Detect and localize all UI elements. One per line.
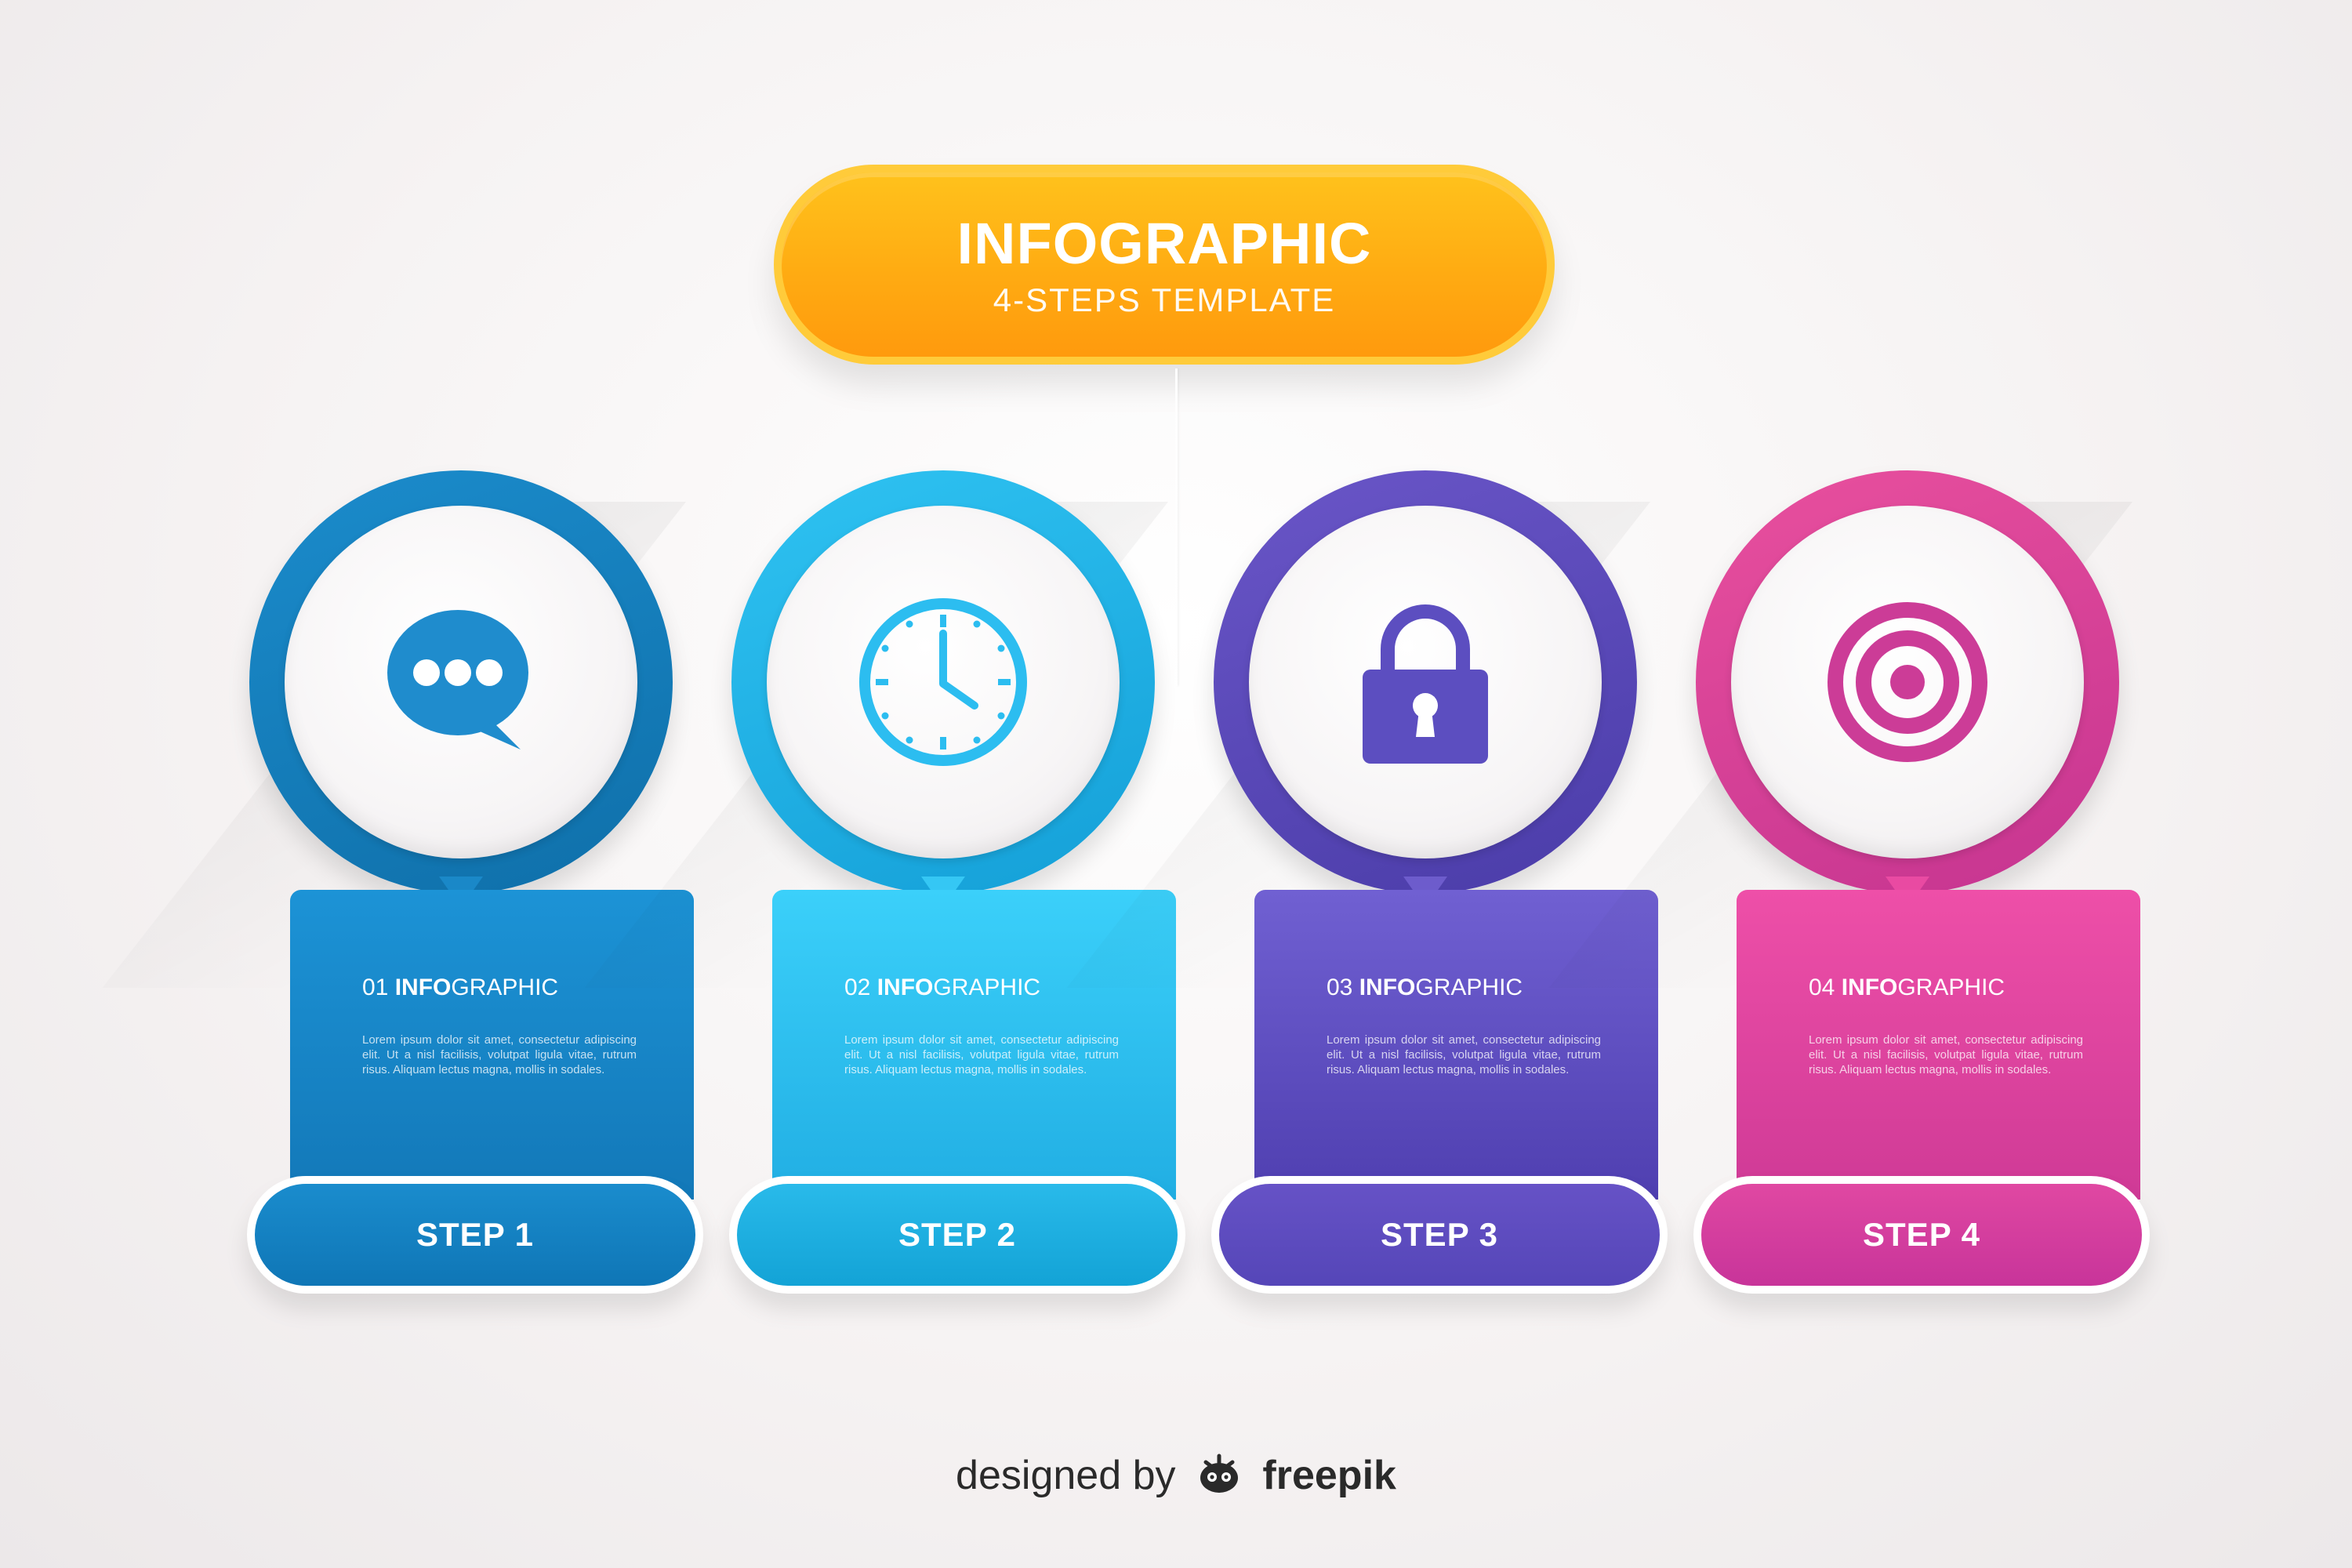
step-4-icon-disc bbox=[1731, 506, 2084, 858]
step-3-card-title: 03 INFOGRAPHIC bbox=[1327, 976, 1603, 1000]
step-4-button-frame: STEP 4 bbox=[1693, 1176, 2150, 1294]
credit-brand[interactable]: freepik bbox=[1262, 1453, 1396, 1498]
step-2-column: 02 INFOGRAPHIC Lorem ipsum dolor sit ame… bbox=[584, 470, 1185, 1309]
step-3-description: Lorem ipsum dolor sit amet, consectetur … bbox=[1327, 1033, 1601, 1076]
infographic-canvas: INFOGRAPHIC 4-STEPS TEMPLATE 01 INFOGRAP… bbox=[0, 0, 2352, 1568]
step-1-description: Lorem ipsum dolor sit amet, consectetur … bbox=[362, 1033, 637, 1076]
step-2-button-frame: STEP 2 bbox=[729, 1176, 1185, 1294]
step-3-card: 03 INFOGRAPHIC Lorem ipsum dolor sit ame… bbox=[1254, 890, 1658, 1200]
step-3-number: 03 bbox=[1327, 975, 1353, 1000]
step-1-icon-disc bbox=[285, 506, 637, 858]
step-2-button[interactable]: STEP 2 bbox=[737, 1184, 1178, 1286]
step-2-card: 02 INFOGRAPHIC Lorem ipsum dolor sit ame… bbox=[772, 890, 1176, 1200]
step-4-title-bold: INFO bbox=[1841, 975, 1898, 1000]
step-3-title-bold: INFO bbox=[1359, 975, 1416, 1000]
step-3-button[interactable]: STEP 3 bbox=[1219, 1184, 1660, 1286]
title-banner: INFOGRAPHIC 4-STEPS TEMPLATE bbox=[774, 165, 1555, 365]
speech-bubble-icon bbox=[387, 610, 528, 750]
step-4-card-title: 04 INFOGRAPHIC bbox=[1809, 976, 2085, 1000]
clock-icon bbox=[859, 598, 1027, 766]
padlock-icon bbox=[1363, 604, 1488, 764]
step-4-number: 04 bbox=[1809, 975, 1835, 1000]
step-2-description: Lorem ipsum dolor sit amet, consectetur … bbox=[844, 1033, 1119, 1076]
step-2-title-bold: INFO bbox=[877, 975, 934, 1000]
step-2-icon-ring bbox=[731, 470, 1155, 894]
infographic-subtitle: 4-STEPS TEMPLATE bbox=[993, 281, 1336, 318]
step-3-icon-disc bbox=[1249, 506, 1602, 858]
step-4-column: 04 INFOGRAPHIC Lorem ipsum dolor sit ame… bbox=[1548, 470, 2150, 1309]
infographic-title: INFOGRAPHIC bbox=[956, 211, 1372, 276]
step-1-card: 01 INFOGRAPHIC Lorem ipsum dolor sit ame… bbox=[290, 890, 694, 1200]
step-2-number: 02 bbox=[844, 975, 871, 1000]
step-1-button[interactable]: STEP 1 bbox=[255, 1184, 695, 1286]
step-1-column: 01 INFOGRAPHIC Lorem ipsum dolor sit ame… bbox=[102, 470, 703, 1309]
step-4-description: Lorem ipsum dolor sit amet, consectetur … bbox=[1809, 1033, 2083, 1076]
step-2-icon-disc bbox=[767, 506, 1120, 858]
credit-footer: designed by freepik bbox=[0, 1444, 2352, 1507]
step-4-title-rest: GRAPHIC bbox=[1897, 975, 2005, 1000]
step-1-number: 01 bbox=[362, 975, 389, 1000]
step-1-icon-ring bbox=[249, 470, 673, 894]
credit-prefix: designed by bbox=[956, 1453, 1176, 1498]
step-3-button-frame: STEP 3 bbox=[1211, 1176, 1668, 1294]
step-3-icon-ring bbox=[1214, 470, 1637, 894]
step-3-title-rest: GRAPHIC bbox=[1415, 975, 1523, 1000]
step-1-title-rest: GRAPHIC bbox=[451, 975, 559, 1000]
step-1-card-title: 01 INFOGRAPHIC bbox=[362, 976, 639, 1000]
step-3-column: 03 INFOGRAPHIC Lorem ipsum dolor sit ame… bbox=[1066, 470, 1668, 1309]
freepik-logo-icon bbox=[1200, 1454, 1238, 1493]
step-4-card: 04 INFOGRAPHIC Lorem ipsum dolor sit ame… bbox=[1737, 890, 2140, 1200]
step-4-button[interactable]: STEP 4 bbox=[1701, 1184, 2142, 1286]
step-4-icon-ring bbox=[1696, 470, 2119, 894]
step-1-title-bold: INFO bbox=[394, 975, 452, 1000]
step-2-title-rest: GRAPHIC bbox=[933, 975, 1041, 1000]
step-1-button-frame: STEP 1 bbox=[247, 1176, 703, 1294]
target-icon bbox=[1828, 602, 1987, 762]
step-2-card-title: 02 INFOGRAPHIC bbox=[844, 976, 1121, 1000]
